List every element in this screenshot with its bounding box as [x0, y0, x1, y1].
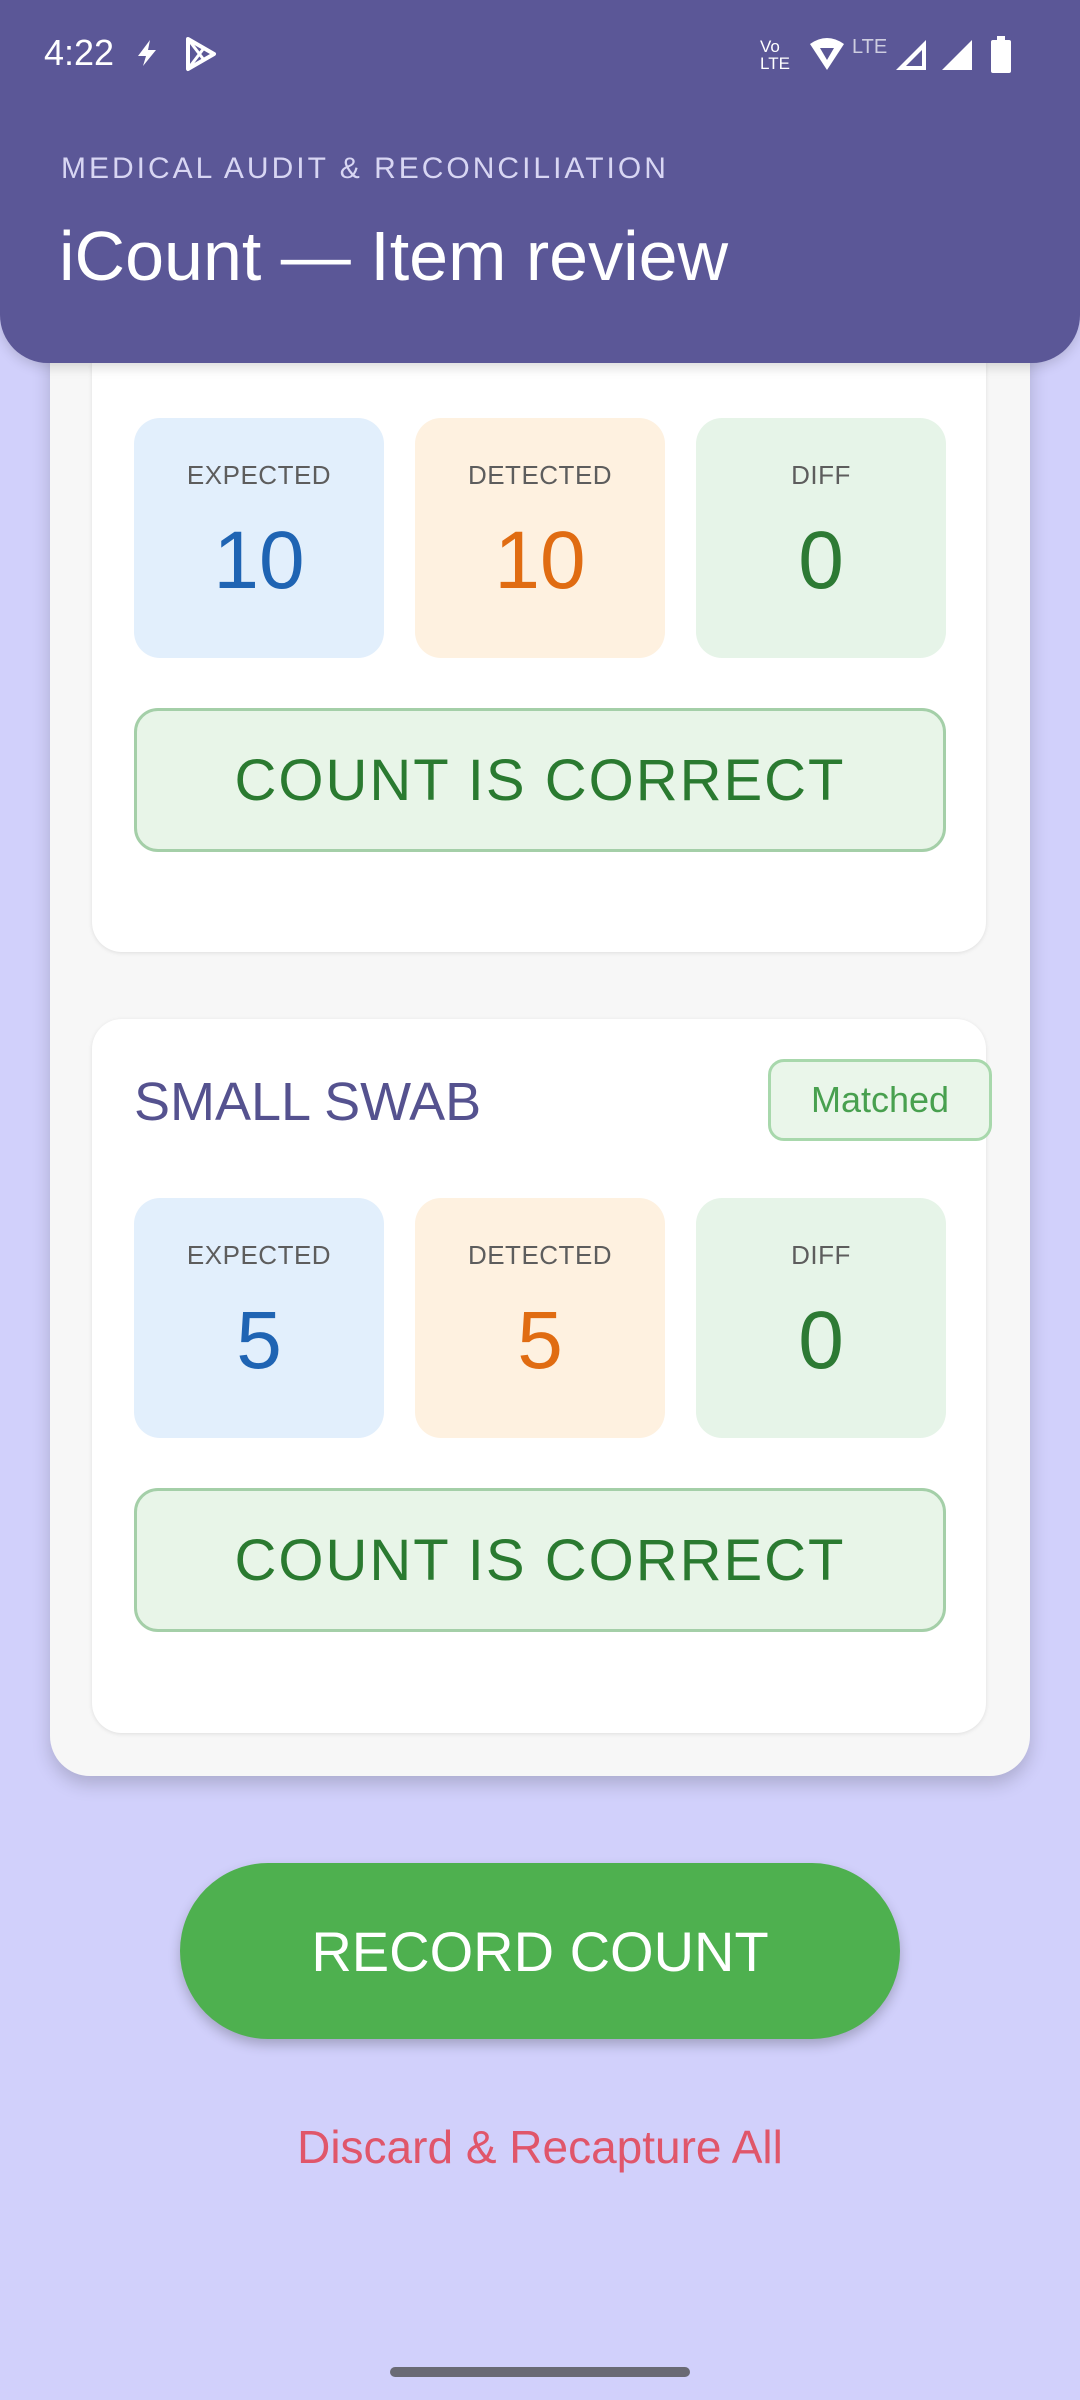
status-badge: Matched [768, 1059, 992, 1141]
diff-count-tile: DIFF 0 [696, 418, 946, 658]
detected-label: DETECTED [467, 460, 613, 490]
flash-icon [134, 38, 160, 73]
hotspot-icon [808, 36, 846, 77]
detected-label: DETECTED [467, 1240, 613, 1270]
signal-icon [940, 38, 974, 77]
diff-count-tile: DIFF 0 [696, 1198, 946, 1438]
expected-label: EXPECTED [186, 460, 332, 490]
count-correct-button[interactable]: COUNT IS CORRECT [134, 708, 946, 852]
expected-value: 10 [213, 515, 305, 606]
diff-label: DIFF [791, 1240, 851, 1270]
item-name: SMALL SWAB [134, 1072, 482, 1132]
play-store-icon [182, 36, 218, 77]
expected-value: 5 [236, 1295, 282, 1386]
detected-value: 5 [517, 1295, 563, 1386]
discard-recapture-link[interactable]: Discard & Recapture All [0, 2120, 1080, 2174]
page-title: iCount — Item review [59, 217, 729, 295]
item-card: SMALL SWAB Matched EXPECTED 5 DETECTED 5… [92, 1019, 992, 1733]
diff-value: 0 [798, 1295, 844, 1386]
item-list-container: EXPECTED 10 DETECTED 10 DIFF 0 COUNT IS … [50, 160, 1030, 1776]
detected-value: 10 [494, 515, 586, 606]
detected-count-tile: DETECTED 5 [415, 1198, 665, 1438]
lte-icon: LTE [852, 36, 888, 58]
expected-count-tile: EXPECTED 10 [134, 418, 384, 658]
battery-icon [990, 36, 1012, 79]
count-correct-button[interactable]: COUNT IS CORRECT [134, 1488, 946, 1632]
signal-icon [894, 38, 928, 77]
expected-count-tile: EXPECTED 5 [134, 1198, 384, 1438]
home-indicator[interactable] [390, 2367, 690, 2377]
diff-label: DIFF [791, 460, 851, 490]
detected-count-tile: DETECTED 10 [415, 418, 665, 658]
record-count-button[interactable]: RECORD COUNT [180, 1863, 900, 2039]
status-time: 4:22 [44, 32, 115, 73]
expected-label: EXPECTED [186, 1240, 332, 1270]
diff-value: 0 [798, 515, 844, 606]
volte-icon: Vo LTE [760, 37, 790, 73]
app-header: 4:22 Vo LTE LTE MEDICAL AUDIT & RECONCIL… [0, 0, 1080, 363]
header-eyebrow: MEDICAL AUDIT & RECONCILIATION [61, 152, 669, 185]
